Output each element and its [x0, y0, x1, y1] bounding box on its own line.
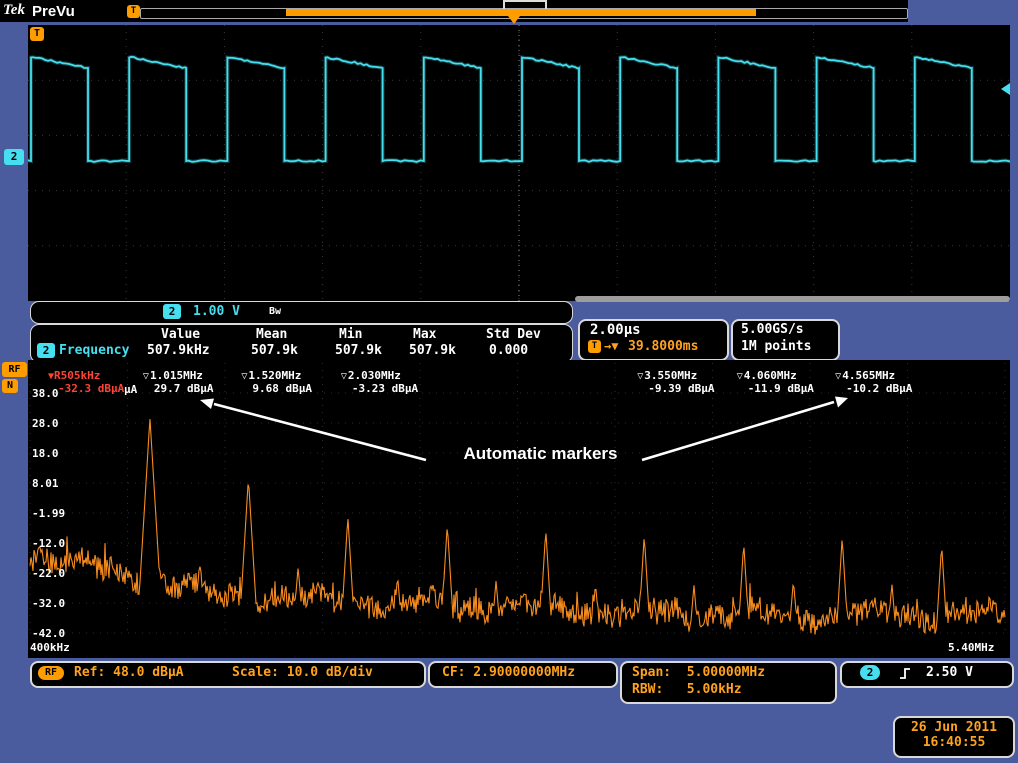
measurement-channel-badge: 2: [37, 343, 55, 358]
reference-marker-freq: 505kHz: [61, 369, 101, 382]
rbw-readout: RBW: 5.00kHz: [632, 682, 742, 697]
ch2-ground-badge[interactable]: 2: [4, 149, 24, 165]
trigger-badge-icon: T: [588, 340, 601, 353]
col-header-mean: Mean: [256, 327, 287, 342]
measurement-table[interactable]: Value Mean Min Max Std Dev 2 Frequency 5…: [30, 324, 573, 363]
date-readout: 26 Jun 2011: [895, 720, 1013, 735]
marker-level: -10.2 dBµA: [846, 383, 912, 395]
marker-triangle-icon: ▽: [143, 371, 149, 382]
rf-reference-readout-box[interactable]: RF Ref: 48.0 dBµA Scale: 10.0 dB/div: [30, 661, 426, 688]
annotation-automatic-markers: Automatic markers: [428, 444, 653, 464]
rf-ref-level: Ref: 48.0 dBµA: [74, 665, 184, 680]
trigger-delay-flag[interactable]: T: [30, 27, 44, 41]
marker-level: -11.9 dBµA: [748, 383, 814, 395]
rising-edge-icon: [898, 666, 912, 681]
measurement-name: Frequency: [59, 343, 129, 358]
spectrum-y-label: 18.0: [32, 447, 59, 460]
col-header-stddev: Std Dev: [486, 327, 541, 342]
marker-triangle-icon: ▽: [241, 371, 247, 382]
reference-marker-label: ▼R505kHz -32.3 dBµA: [48, 370, 124, 395]
position-arrow-icon: →▼: [604, 339, 618, 353]
unit-label: µA: [124, 383, 137, 396]
measurement-max: 507.9k: [409, 343, 456, 358]
rf-readout-badge: RF: [38, 666, 64, 680]
ch2-waveform-trace: [28, 25, 1010, 301]
channel-2-badge: 2: [163, 304, 181, 319]
spectrum-y-label: 8.01: [32, 477, 59, 490]
acquisition-readout-box[interactable]: 5.00GS/s 1M points: [731, 319, 840, 361]
marker-level: 29.7 dBµA: [154, 383, 214, 395]
n-badge: N: [2, 379, 18, 393]
marker-triangle-icon: ▽: [835, 371, 841, 382]
record-length-readout: 1M points: [741, 339, 811, 354]
rf-badge[interactable]: RF: [2, 362, 27, 377]
trigger-tag-icon: T: [127, 5, 140, 18]
spectrum-y-label: 28.0: [32, 417, 59, 430]
ch2-scale-readout: 1.00 V: [193, 304, 240, 319]
span-rbw-box[interactable]: Span: 5.00000MHz RBW: 5.00kHz: [620, 661, 837, 704]
spectrum-y-label: -1.99: [32, 507, 65, 520]
center-frequency-box[interactable]: CF: 2.90000000MHz: [428, 661, 618, 688]
col-header-max: Max: [413, 327, 436, 342]
spectrum-y-label: -32.0: [32, 597, 65, 610]
x-axis-start-label: 400kHz: [30, 641, 70, 654]
trigger-readout-box[interactable]: 2 2.50 V: [840, 661, 1014, 688]
time-readout: 16:40:55: [895, 735, 1013, 750]
trigger-level-readout: 2.50 V: [926, 665, 973, 680]
marker-triangle-icon: ▽: [341, 371, 347, 382]
marker-level: 9.68 dBµA: [252, 383, 312, 395]
rf-spectrum-trace: [28, 360, 1010, 658]
reference-marker-symbol: R: [54, 369, 61, 382]
measurement-mean: 507.9k: [251, 343, 298, 358]
horizontal-scale: 2.00µs: [590, 322, 641, 338]
auto-peak-marker: ▽4.060MHz-11.9 dBµA: [737, 370, 814, 395]
horizontal-divider-bar: [575, 296, 1010, 302]
acquisition-status: PreVu: [32, 3, 75, 20]
time-domain-graticule: T: [28, 25, 1010, 301]
datetime-box: 26 Jun 2011 16:40:55: [893, 716, 1015, 758]
rf-scale: Scale: 10.0 dB/div: [232, 665, 373, 680]
auto-peak-marker: ▽3.550MHz-9.39 dBµA: [637, 370, 714, 395]
spectrum-y-label: -22.0: [32, 567, 65, 580]
spectrum-y-label: -42.0: [32, 627, 65, 640]
auto-peak-marker: ▽1.520MHz9.68 dBµA: [241, 370, 312, 395]
marker-triangle-icon: ▽: [637, 371, 643, 382]
auto-peak-marker: ▽4.565MHz-10.2 dBµA: [835, 370, 912, 395]
center-frequency-readout: CF: 2.90000000MHz: [442, 665, 575, 680]
marker-triangle-icon: ▽: [737, 371, 743, 382]
tek-logo: Tek: [3, 2, 25, 19]
horizontal-readout-box[interactable]: 2.00µs T →▼ 39.8000ms: [578, 319, 729, 361]
rf-spectrum-area: 38.028.018.08.01-1.99-12.0-22.0-32.0-42.…: [28, 360, 1010, 658]
measurement-stddev: 0.000: [489, 343, 528, 358]
trigger-position-icon: [508, 16, 520, 24]
measurement-value: 507.9kHz: [147, 343, 210, 358]
expansion-bracket-icon: [503, 0, 547, 9]
measurement-min: 507.9k: [335, 343, 382, 358]
marker-level: -9.39 dBµA: [648, 383, 714, 395]
trigger-channel-badge: 2: [860, 665, 880, 680]
top-bar: Tek PreVu T: [0, 0, 908, 22]
auto-peak-marker: ▽2.030MHz-3.23 dBµA: [341, 370, 418, 395]
span-readout: Span: 5.00000MHz: [632, 665, 765, 680]
spectrum-y-label: -12.0: [32, 537, 65, 550]
trigger-position-readout: 39.8000ms: [628, 339, 698, 354]
reference-marker-level: -32.3 dBµA: [58, 383, 124, 395]
sample-rate-readout: 5.00GS/s: [741, 322, 804, 337]
trigger-level-icon[interactable]: [1001, 83, 1010, 95]
auto-peak-marker: ▽1.015MHz29.7 dBµA: [143, 370, 214, 395]
channel-readout-box[interactable]: 2 1.00 V Bw: [30, 301, 573, 324]
record-view-bar[interactable]: [140, 8, 908, 19]
bandwidth-label: Bw: [269, 306, 281, 317]
col-header-value: Value: [161, 327, 200, 342]
x-axis-stop-label: 5.40MHz: [948, 641, 994, 654]
marker-level: -3.23 dBµA: [352, 383, 418, 395]
acquisition-window[interactable]: [286, 9, 756, 16]
col-header-min: Min: [339, 327, 362, 342]
